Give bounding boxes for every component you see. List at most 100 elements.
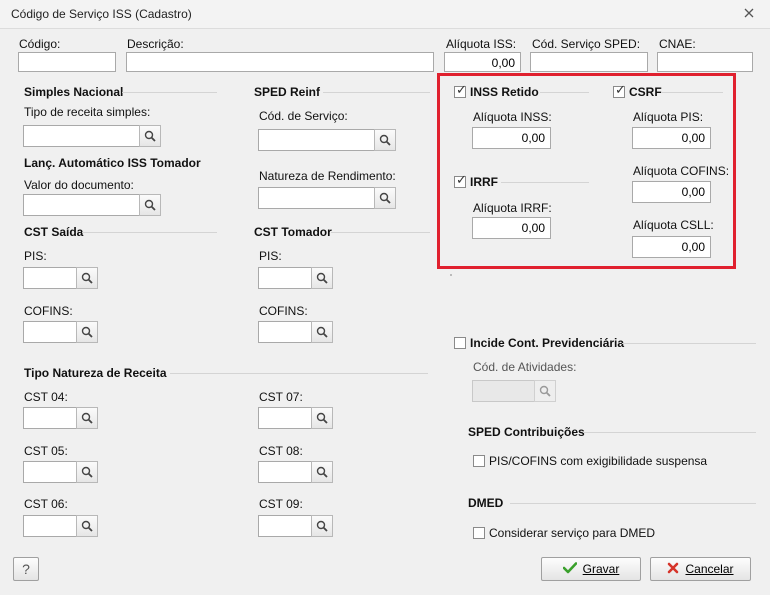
cst07-lookup (258, 407, 333, 429)
csrf-label: CSRF (629, 85, 662, 99)
cst-tomador-header: CST Tomador (254, 225, 332, 239)
cst06-input[interactable] (23, 515, 77, 537)
cst09-label: CST 09: (259, 497, 303, 511)
aliquota-cofins-field[interactable]: 0,00 (632, 181, 711, 203)
check-icon: ✓ (615, 82, 626, 97)
cst-saida-pis-label: PIS: (24, 249, 47, 263)
valor-documento-label: Valor do documento: (24, 178, 134, 192)
cst-saida-pis-input[interactable] (23, 267, 77, 289)
search-icon[interactable] (311, 461, 333, 483)
search-icon[interactable] (374, 129, 396, 151)
inss-retido-checkbox[interactable]: ✓ (454, 82, 467, 98)
cst08-input[interactable] (258, 461, 312, 483)
cst05-input[interactable] (23, 461, 77, 483)
search-icon[interactable] (374, 187, 396, 209)
search-icon[interactable] (76, 461, 98, 483)
gravar-button[interactable]: Gravar (541, 557, 641, 581)
tipo-receita-simples-input[interactable] (23, 125, 140, 147)
csrf-checkbox[interactable]: ✓ (613, 82, 626, 98)
search-icon[interactable] (311, 407, 333, 429)
divider (510, 503, 756, 504)
cod-servico-input[interactable] (258, 129, 375, 151)
search-icon[interactable] (311, 267, 333, 289)
divider (170, 373, 428, 374)
aliquota-iss-label: Alíquota ISS: (446, 37, 517, 51)
exigibilidade-suspensa-label: PIS/COFINS com exigibilidade suspensa (489, 454, 708, 468)
aliquota-iss-field[interactable]: 0,00 (444, 52, 521, 72)
aliquota-pis-field[interactable]: 0,00 (632, 127, 711, 149)
cst-saida-cofins-input[interactable] (23, 321, 77, 343)
gravar-label: Gravar (582, 562, 620, 576)
cst-tomador-pis-lookup (258, 267, 333, 289)
irrf-label: IRRF (470, 175, 498, 189)
search-icon[interactable] (139, 125, 161, 147)
cst08-label: CST 08: (259, 444, 303, 458)
descricao-field[interactable] (126, 52, 434, 72)
valor-documento-input[interactable] (23, 194, 140, 216)
cst-saida-header: CST Saída (24, 225, 84, 239)
divider (501, 182, 589, 183)
check-icon: ✓ (456, 82, 467, 97)
cst05-lookup (23, 461, 98, 483)
natureza-rendimento-input[interactable] (258, 187, 375, 209)
cst09-lookup (258, 515, 333, 537)
search-icon[interactable] (76, 407, 98, 429)
cst04-input[interactable] (23, 407, 77, 429)
search-icon[interactable] (311, 515, 333, 537)
natureza-rendimento-label: Natureza de Rendimento: (259, 169, 396, 183)
cnae-field[interactable] (657, 52, 753, 72)
search-icon[interactable] (534, 380, 556, 402)
cnae-label: CNAE: (659, 37, 696, 51)
cod-servico-sped-field[interactable] (530, 52, 648, 72)
close-icon[interactable] (742, 6, 756, 20)
search-icon[interactable] (76, 321, 98, 343)
inss-retido-label: INSS Retido (470, 85, 539, 99)
divider (540, 92, 589, 93)
window-title: Código de Serviço ISS (Cadastro) (11, 7, 192, 21)
check-icon: ✓ (456, 172, 467, 187)
cancelar-button[interactable]: Cancelar (650, 557, 751, 581)
cancelar-label: Cancelar (685, 562, 734, 576)
divider (82, 232, 217, 233)
cst-tomador-cofins-input[interactable] (258, 321, 312, 343)
aliquota-irrf-field[interactable]: 0,00 (472, 217, 551, 239)
cst07-label: CST 07: (259, 390, 303, 404)
considerar-dmed-label: Considerar serviço para DMED (489, 526, 656, 540)
tipo-receita-simples-lookup (23, 125, 161, 147)
divider (661, 92, 723, 93)
cst09-input[interactable] (258, 515, 312, 537)
aliquota-inss-label: Alíquota INSS: (473, 110, 552, 124)
cst-saida-cofins-label: COFINS: (24, 304, 73, 318)
search-icon[interactable] (76, 267, 98, 289)
cod-servico-sped-label: Cód. Serviço SPED: (532, 37, 641, 51)
cst-tomador-cofins-lookup (258, 321, 333, 343)
dmed-header: DMED (468, 496, 504, 510)
divider (622, 343, 756, 344)
help-button[interactable]: ? (13, 557, 39, 581)
divider (122, 92, 217, 93)
cst-tomador-pis-label: PIS: (259, 249, 282, 263)
divider (323, 92, 430, 93)
irrf-checkbox[interactable]: ✓ (454, 172, 467, 188)
aliquota-csll-label: Alíquota CSLL: (633, 218, 714, 232)
cst-tomador-pis-input[interactable] (258, 267, 312, 289)
cst-tomador-cofins-label: COFINS: (259, 304, 308, 318)
previdenciaria-checkbox[interactable] (454, 337, 466, 349)
search-icon[interactable] (76, 515, 98, 537)
cod-atividades-lookup (472, 380, 556, 402)
aliquota-csll-field[interactable]: 0,00 (632, 236, 711, 258)
natureza-rendimento-lookup (258, 187, 396, 209)
cst07-input[interactable] (258, 407, 312, 429)
cod-servico-lookup (258, 129, 396, 151)
search-icon[interactable] (311, 321, 333, 343)
codigo-field[interactable] (18, 52, 116, 72)
search-icon[interactable] (139, 194, 161, 216)
divider (450, 274, 452, 276)
considerar-dmed-checkbox[interactable] (473, 527, 485, 539)
exigibilidade-suspensa-checkbox[interactable] (473, 455, 485, 467)
cod-atividades-input[interactable] (472, 380, 535, 402)
aliquota-irrf-label: Alíquota IRRF: (473, 201, 552, 215)
sped-contribuicoes-header: SPED Contribuições (468, 425, 585, 439)
aliquota-inss-field[interactable]: 0,00 (472, 127, 551, 149)
check-icon (562, 561, 577, 577)
